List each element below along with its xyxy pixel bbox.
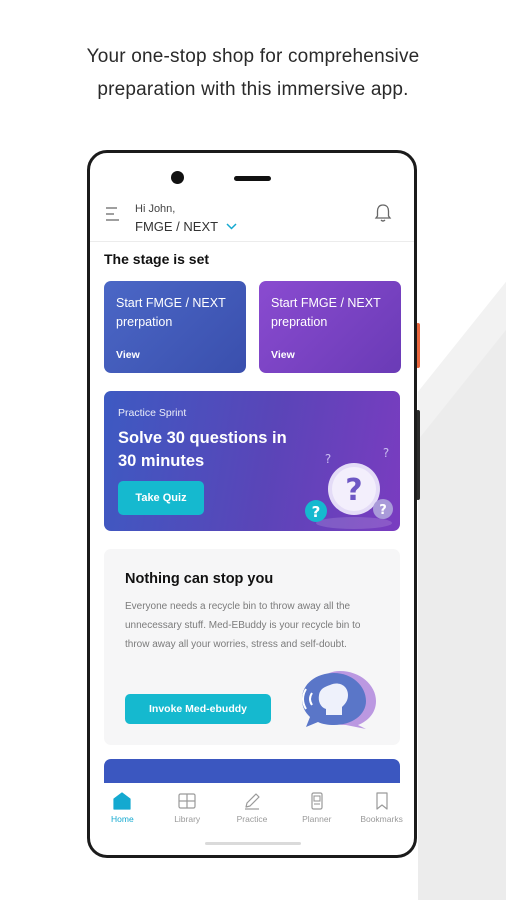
take-quiz-button[interactable]: Take Quiz <box>118 481 204 515</box>
stage-card-1[interactable]: Start FMGE / NEXT prerpation View <box>104 281 246 373</box>
stage-card-1-line-1: Start FMGE / NEXT <box>116 296 226 310</box>
promo-headline-line-2: preparation with this immersive app. <box>97 79 409 100</box>
svg-text:?: ? <box>383 446 389 460</box>
svg-text:?: ? <box>345 473 362 508</box>
svg-text:?: ? <box>379 503 387 518</box>
nav-label-practice: Practice <box>236 814 268 824</box>
home-icon <box>113 792 131 810</box>
phone-frame: Hi John, FMGE / NEXT The stage is set St… <box>87 150 417 858</box>
nav-item-library[interactable]: Library <box>156 791 218 824</box>
practice-sprint-card: Practice Sprint Solve 30 questions in 30… <box>104 391 400 531</box>
nothing-card-description: Everyone needs a recycle bin to throw aw… <box>125 601 361 650</box>
front-camera <box>171 171 184 184</box>
nav-label-library: Library <box>174 814 201 824</box>
nav-label-planner: Planner <box>302 814 332 824</box>
practice-sprint-headline-line-1: Solve 30 questions in <box>118 429 287 447</box>
nothing-card-title: Nothing can stop you <box>125 571 274 587</box>
app-header: Hi John, FMGE / NEXT <box>90 197 414 242</box>
practice-sprint-headline: Solve 30 questions in 30 minutes <box>118 427 318 473</box>
stage-card-1-line-2: prerpation <box>116 315 173 329</box>
stage-card-2-line-1: Start FMGE / NEXT <box>271 296 381 310</box>
nav-label-home: Home <box>111 814 134 824</box>
planner-icon <box>311 792 323 810</box>
bell-icon[interactable] <box>372 202 394 224</box>
menu-icon[interactable] <box>105 205 123 223</box>
nav-item-home[interactable]: Home <box>91 791 153 824</box>
svg-text:?: ? <box>312 503 321 521</box>
stage-card-2-view-link[interactable]: View <box>271 349 295 361</box>
greeting-text: Hi John, <box>135 203 176 215</box>
nav-item-planner[interactable]: Planner <box>286 791 348 824</box>
svg-text:?: ? <box>325 452 331 466</box>
stage-card-1-view-link[interactable]: View <box>116 349 140 361</box>
practice-sprint-label: Practice Sprint <box>118 407 187 419</box>
question-bubbles-illustration: ? ? ? ? ? <box>305 446 393 529</box>
library-icon <box>178 793 196 809</box>
exam-selector-label: FMGE / NEXT <box>135 219 219 234</box>
chevron-down-icon <box>226 223 237 230</box>
nav-item-practice[interactable]: Practice <box>221 791 283 824</box>
bottom-navigation: Home Library Practice Planner Bookmarks <box>90 783 414 835</box>
nothing-can-stop-you-card: Nothing can stop you Everyone needs a re… <box>104 549 400 745</box>
stage-card-2[interactable]: Start FMGE / NEXT prepration View <box>259 281 401 373</box>
exam-selector[interactable]: FMGE / NEXT <box>135 219 237 234</box>
promo-headline-line-1: Your one-stop shop for comprehensive <box>86 46 420 67</box>
bookmark-icon <box>375 792 388 810</box>
section-title: The stage is set <box>104 251 210 267</box>
nav-item-bookmarks[interactable]: Bookmarks <box>351 791 413 824</box>
stage-card-2-line-2: prepration <box>271 315 328 329</box>
invoke-med-ebuddy-button[interactable]: Invoke Med-ebuddy <box>125 694 271 724</box>
practice-sprint-headline-line-2: 30 minutes <box>118 452 205 470</box>
nav-label-bookmarks: Bookmarks <box>360 814 403 824</box>
pencil-icon <box>244 793 260 810</box>
earpiece-speaker <box>234 176 271 181</box>
home-indicator-bar <box>205 842 301 845</box>
promo-headline: Your one-stop shop for comprehensive pre… <box>0 40 506 106</box>
med-ebuddy-illustration <box>302 671 376 729</box>
